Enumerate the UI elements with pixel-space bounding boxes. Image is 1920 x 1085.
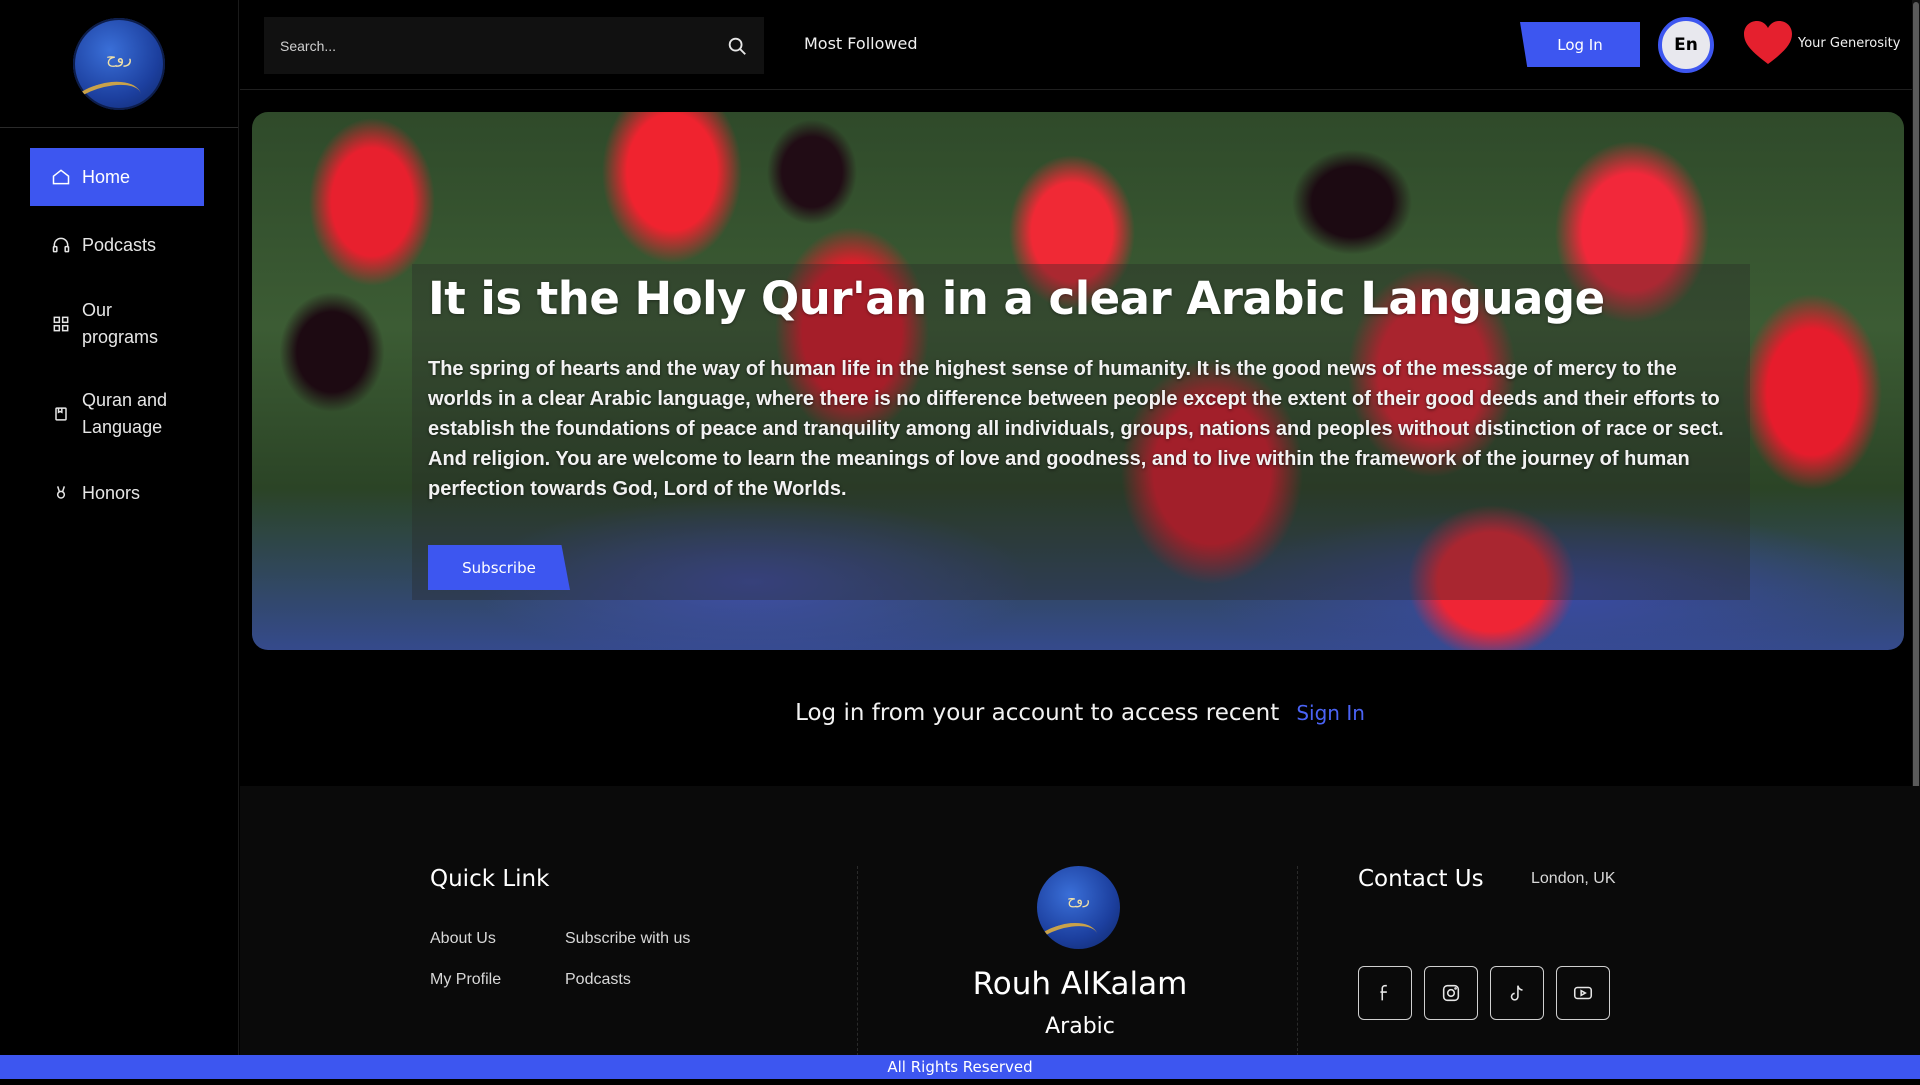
brand-subtitle: Arabic xyxy=(1045,1014,1115,1039)
instagram-icon xyxy=(1442,984,1460,1002)
search-bar xyxy=(264,17,764,74)
home-icon xyxy=(50,166,72,188)
sidebar-item-home[interactable]: Home xyxy=(30,148,204,206)
grid-icon xyxy=(50,313,72,335)
tiktok-button[interactable] xyxy=(1490,966,1544,1020)
recent-login-prompt: Log in from your account to access recen… xyxy=(240,700,1920,726)
contact-location: London, UK xyxy=(1531,870,1616,887)
instagram-button[interactable] xyxy=(1424,966,1478,1020)
top-header: Most Followed Log In En Your Generosity xyxy=(240,0,1920,1055)
sidebar-item-label: Our programs xyxy=(82,300,159,347)
footer-logo[interactable]: روح xyxy=(1037,866,1120,949)
sidebar-nav: Home Podcasts Our programs Quran and Lan… xyxy=(0,128,238,522)
book-icon xyxy=(50,403,72,425)
footer-link-podcasts[interactable]: Podcasts xyxy=(565,971,631,989)
search-icon[interactable] xyxy=(726,35,748,57)
search-input[interactable] xyxy=(280,37,726,54)
sidebar-item-label: Home xyxy=(82,166,131,187)
donate-label: Your Generosity xyxy=(1798,35,1901,51)
logo-glyph: روح xyxy=(106,47,132,67)
logo-glyph: روح xyxy=(1067,892,1090,908)
subscribe-button[interactable]: Subscribe xyxy=(428,545,570,590)
most-followed-link[interactable]: Most Followed xyxy=(804,34,917,53)
sidebar-item-honors[interactable]: Honors xyxy=(30,464,204,522)
copyright-bar: All Rights Reserved xyxy=(0,1055,1920,1079)
youtube-icon xyxy=(1573,986,1593,1000)
headphones-icon xyxy=(50,234,72,256)
contact-title: Contact Us xyxy=(1358,866,1484,892)
heart-icon xyxy=(1744,21,1792,64)
footer: Quick Link About Us Subscribe with us My… xyxy=(240,786,1920,1056)
brand-name: Rouh AlKalam xyxy=(972,966,1188,1002)
quick-link-title: Quick Link xyxy=(430,866,550,892)
hero-title: It is the Holy Qur'an in a clear Arabic … xyxy=(428,272,1605,325)
footer-link-subscribe[interactable]: Subscribe with us xyxy=(565,930,690,948)
sidebar-item-label: Podcasts xyxy=(82,234,157,255)
sign-in-link[interactable]: Sign In xyxy=(1296,701,1365,725)
footer-link-profile[interactable]: My Profile xyxy=(430,971,501,989)
sidebar-item-label: Honors xyxy=(82,482,141,503)
language-toggle[interactable]: En xyxy=(1658,17,1714,73)
sidebar-item-quran[interactable]: Quran and Language xyxy=(30,374,204,454)
footer-link-about[interactable]: About Us xyxy=(430,930,496,948)
logo-area: روح xyxy=(0,0,238,128)
hero-banner: It is the Holy Qur'an in a clear Arabic … xyxy=(252,112,1904,650)
tiktok-icon xyxy=(1510,985,1523,1001)
sidebar-item-label: Quran and Language xyxy=(82,390,168,437)
sidebar-item-programs[interactable]: Our programs xyxy=(30,284,204,364)
brand-logo[interactable]: روح xyxy=(73,17,165,110)
youtube-button[interactable] xyxy=(1556,966,1610,1020)
footer-divider xyxy=(1297,866,1298,1056)
social-links xyxy=(1358,966,1610,1020)
facebook-icon xyxy=(1380,984,1387,1001)
facebook-button[interactable] xyxy=(1358,966,1412,1020)
sidebar-item-podcasts[interactable]: Podcasts xyxy=(30,216,204,274)
login-button[interactable]: Log In xyxy=(1520,22,1640,67)
hero-description: The spring of hearts and the way of huma… xyxy=(428,358,1724,500)
sidebar: روح Home Podcasts Our programs Quran and… xyxy=(0,0,239,1055)
recent-message: Log in from your account to access recen… xyxy=(795,700,1280,726)
footer-divider xyxy=(857,866,858,1056)
award-icon xyxy=(50,482,72,504)
donate-link[interactable]: Your Generosity xyxy=(1742,20,1900,66)
